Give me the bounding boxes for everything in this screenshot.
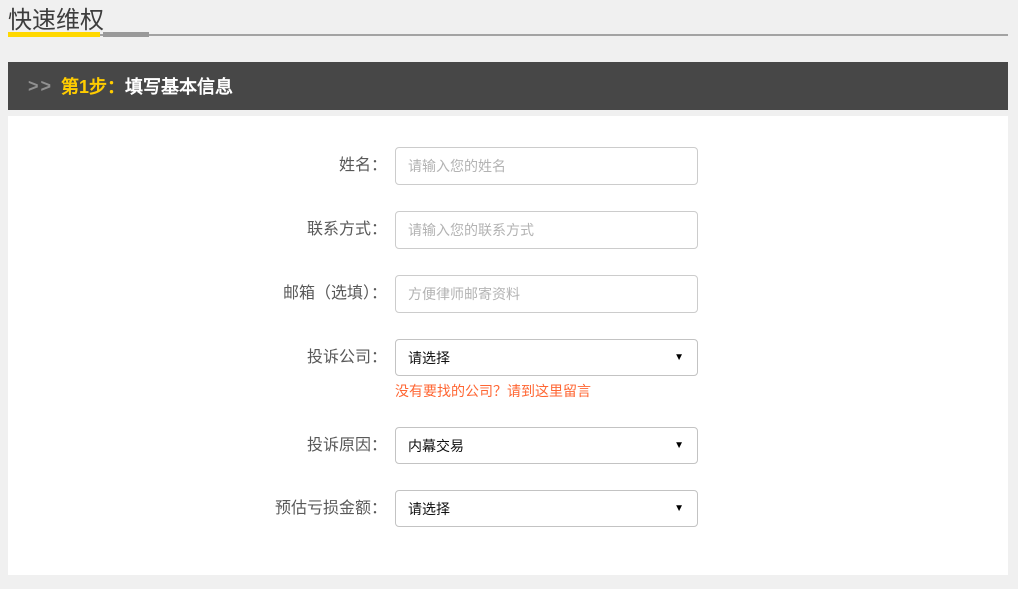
name-input[interactable] <box>395 147 698 185</box>
row-contact: 联系方式： <box>8 211 1008 249</box>
dropdown-arrow-icon: ▼ <box>674 353 684 363</box>
loss-select-value: 请选择 <box>408 499 450 519</box>
loss-select[interactable]: 请选择 ▼ <box>395 490 698 527</box>
step-title: 填写基本信息 <box>125 73 233 99</box>
title-underline-accent <box>8 32 100 37</box>
company-hint-link[interactable]: 没有要找的公司？请到这里留言 <box>395 381 698 401</box>
form-panel: 姓名： 联系方式： 邮箱（选填）： 投诉公司： 请选择 ▼ 没有要找的公司？请到… <box>8 116 1008 575</box>
row-company: 投诉公司： 请选择 ▼ 没有要找的公司？请到这里留言 <box>8 339 1008 401</box>
step-number: 第1步 <box>61 73 107 99</box>
page-title: 快速维权 <box>8 0 1008 32</box>
row-email: 邮箱（选填）： <box>8 275 1008 313</box>
row-name: 姓名： <box>8 147 1008 185</box>
title-rule <box>8 34 1008 36</box>
company-select[interactable]: 请选择 ▼ <box>395 339 698 376</box>
name-label: 姓名： <box>8 147 395 185</box>
email-label: 邮箱（选填）： <box>8 275 395 313</box>
contact-input[interactable] <box>395 211 698 249</box>
page-header: 快速维权 <box>8 0 1008 40</box>
row-loss: 预估亏损金额： 请选择 ▼ <box>8 490 1008 527</box>
step-bar: >> 第1步 ： 填写基本信息 <box>8 62 1008 110</box>
title-underline-secondary <box>103 32 149 37</box>
email-input[interactable] <box>395 275 698 313</box>
dropdown-arrow-icon: ▼ <box>674 441 684 451</box>
dropdown-arrow-icon: ▼ <box>674 504 684 514</box>
chevrons-icon: >> <box>28 76 53 97</box>
row-reason: 投诉原因： 内幕交易 ▼ <box>8 427 1008 464</box>
step-separator: ： <box>107 73 125 99</box>
reason-select-value: 内幕交易 <box>408 436 464 456</box>
loss-label: 预估亏损金额： <box>8 490 395 527</box>
company-label: 投诉公司： <box>8 339 395 401</box>
reason-label: 投诉原因： <box>8 427 395 464</box>
title-underline <box>8 32 1008 40</box>
contact-label: 联系方式： <box>8 211 395 249</box>
reason-select[interactable]: 内幕交易 ▼ <box>395 427 698 464</box>
company-select-value: 请选择 <box>408 348 450 368</box>
